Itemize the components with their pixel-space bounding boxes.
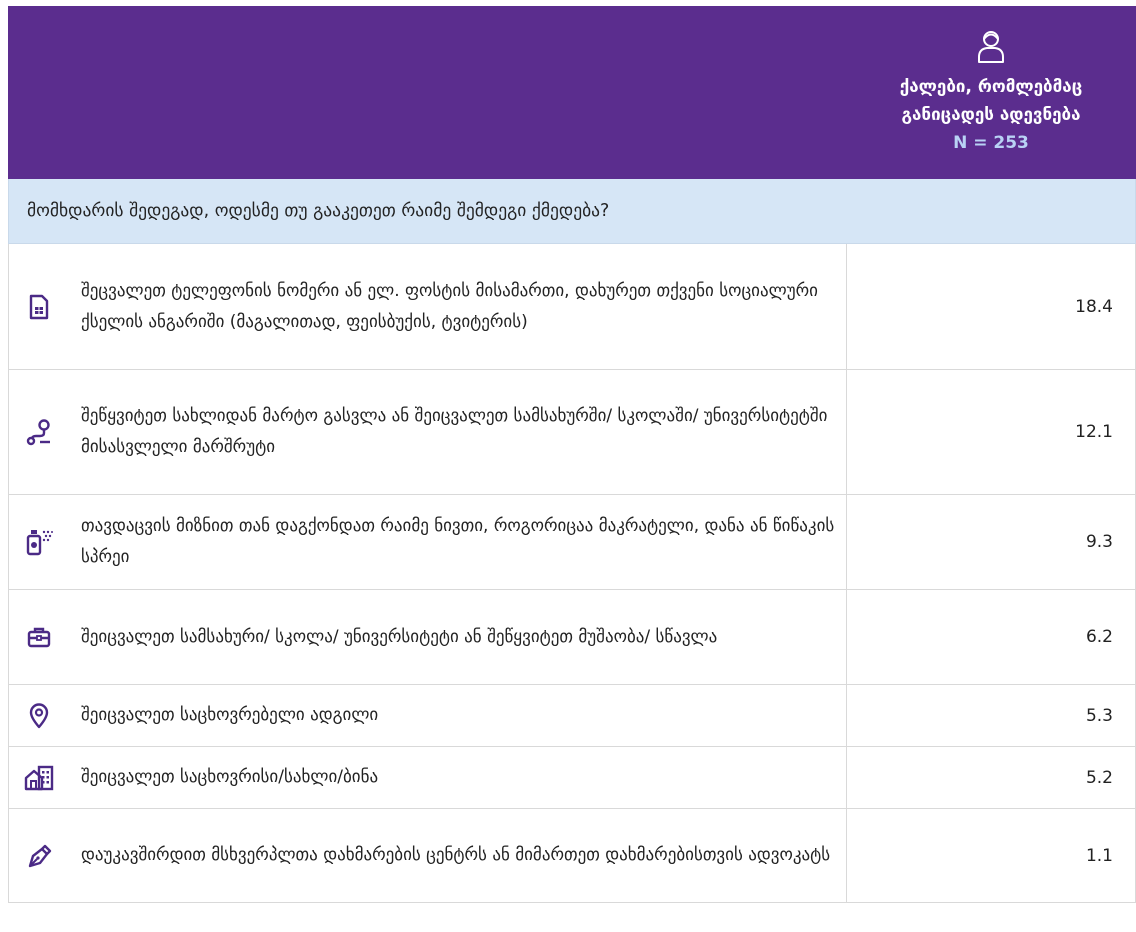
- row-value: 6.2: [846, 589, 1136, 685]
- location-pin-icon: [17, 702, 61, 729]
- header-blank-cell: [8, 6, 847, 179]
- row-label: შეცვალეთ ტელეფონის ნომერი ან ელ. ფოსტის …: [81, 280, 818, 332]
- row-label: დაუკავშირდით მსხვერპლთა დახმარების ცენტრ…: [81, 845, 831, 865]
- row-value: 1.1: [846, 808, 1136, 903]
- briefcase-icon: [17, 626, 61, 648]
- stalking-actions-table: ქალები, რომლებმაც განიცადეს ადევნება N =…: [8, 6, 1136, 903]
- question-text: მომხდარის შედეგად, ოდესმე თუ გააკეთეთ რა…: [8, 178, 1136, 244]
- table-row: შეიცვალეთ სამსახური/ სკოლა/ უნივერსიტეტი…: [8, 589, 1136, 685]
- row-label: თავდაცვის მიზნით თან დაგქონდათ რაიმე ნივ…: [81, 516, 835, 567]
- route-icon: [17, 418, 61, 446]
- row-label: შეიცვალეთ საცხოვრებელი ადგილი: [81, 705, 379, 725]
- home-building-icon: [17, 765, 61, 791]
- row-value: 18.4: [846, 243, 1136, 370]
- row-label: შეიცვალეთ საცხოვრისი/სახლი/ბინა: [81, 767, 379, 787]
- spray-icon: [17, 528, 61, 556]
- table-row: დაუკავშირდით მსხვერპლთა დახმარების ცენტრ…: [8, 808, 1136, 903]
- row-value: 12.1: [846, 369, 1136, 495]
- pen-icon: [17, 843, 61, 869]
- row-value: 5.2: [846, 746, 1136, 809]
- header-column-cell: ქალები, რომლებმაც განიცადეს ადევნება N =…: [846, 6, 1136, 179]
- table-row: შეიცვალეთ საცხოვრებელი ადგილი 5.3: [8, 684, 1136, 747]
- row-label: შეიცვალეთ სამსახური/ სკოლა/ უნივერსიტეტი…: [81, 626, 718, 647]
- header-row: ქალები, რომლებმაც განიცადეს ადევნება N =…: [8, 6, 1136, 179]
- table-row: შეცვალეთ ტელეფონის ნომერი ან ელ. ფოსტის …: [8, 243, 1136, 370]
- table-row: შეიცვალეთ საცხოვრისი/სახლი/ბინა 5.2: [8, 746, 1136, 809]
- table-row: თავდაცვის მიზნით თან დაგქონდათ რაიმე ნივ…: [8, 494, 1136, 590]
- row-label: შეწყვიტეთ სახლიდან მარტო გასვლა ან შეიცვ…: [81, 406, 828, 457]
- row-value: 9.3: [846, 494, 1136, 590]
- table-row: შეწყვიტეთ სახლიდან მარტო გასვლა ან შეიცვ…: [8, 369, 1136, 495]
- sample-size-label: N = 253: [953, 132, 1029, 153]
- sim-card-icon: [17, 294, 61, 320]
- row-value: 5.3: [846, 684, 1136, 747]
- header-column-title: ქალები, რომლებმაც განიცადეს ადევნება: [899, 76, 1083, 125]
- question-row: მომხდარის შედეგად, ოდესმე თუ გააკეთეთ რა…: [8, 178, 1136, 244]
- person-icon: [978, 30, 1004, 63]
